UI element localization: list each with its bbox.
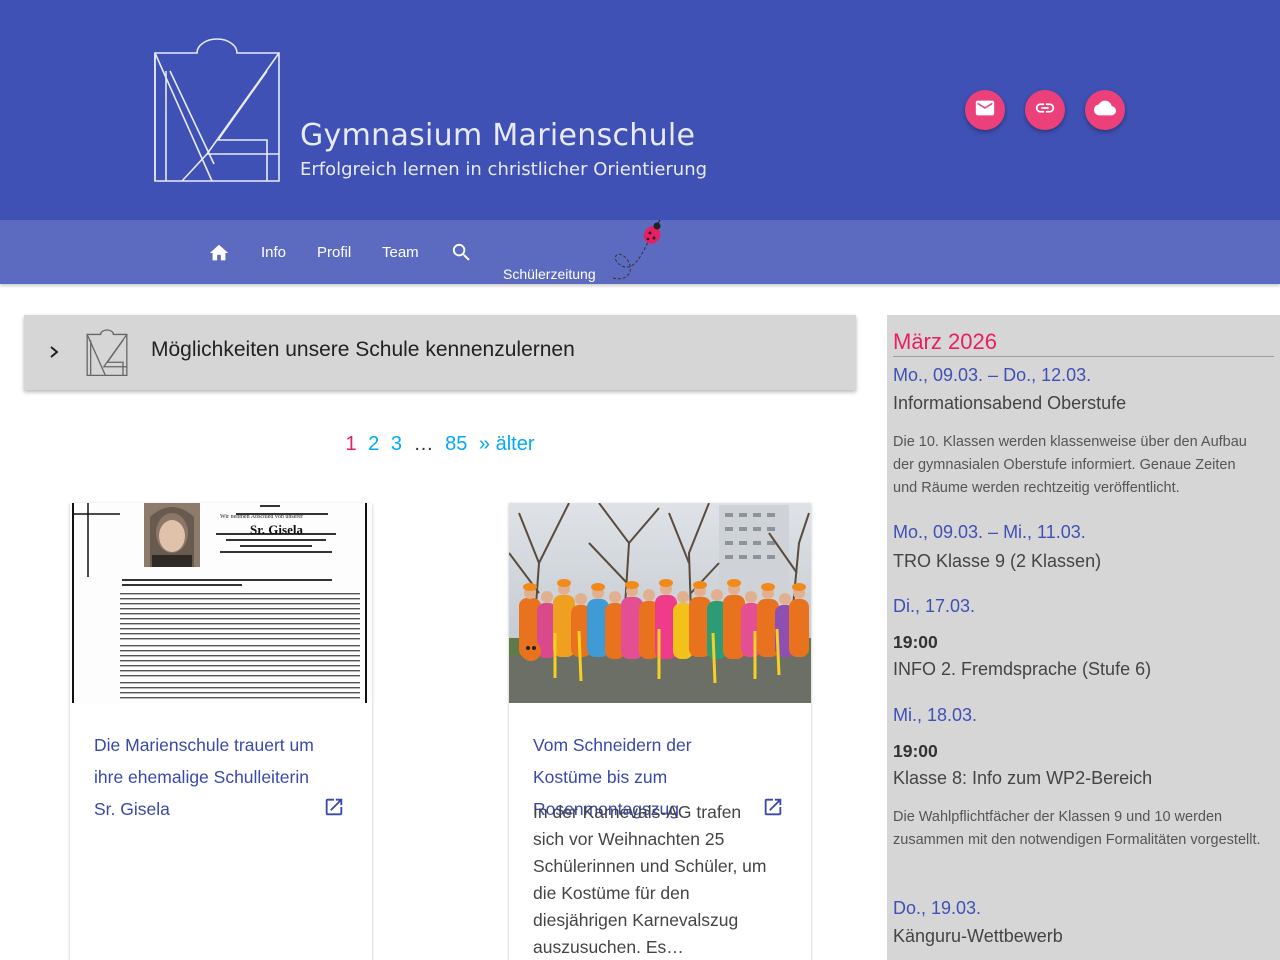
event-time: 19:00: [893, 741, 938, 761]
mail-button[interactable]: [965, 90, 1005, 130]
main-navigation: Info Profil Team Schülerzeitung: [0, 219, 1280, 284]
home-icon: [208, 244, 230, 268]
post-excerpt: In der Karnevals-AG trafen sich vor Weih…: [533, 802, 767, 957]
mail-icon: [974, 97, 996, 123]
cloud-button[interactable]: [1085, 90, 1125, 130]
event-date[interactable]: Mo., 09.03. – Mi., 11.03.: [893, 522, 1086, 543]
nav-item-info[interactable]: Info: [261, 244, 286, 261]
school-logo-small: [86, 329, 128, 377]
nav-search[interactable]: [450, 241, 473, 268]
nav-item-team[interactable]: Team: [382, 244, 419, 261]
event-date[interactable]: Mo., 09.03. – Do., 12.03.: [893, 365, 1091, 386]
post-card: Vom Schneidern der Kostüme bis zum Rosen…: [509, 503, 811, 960]
post-card: Wir nehmen Abschied von unserer Sr. Gise…: [70, 503, 372, 960]
site-header: Gymnasium Marienschule Erfolgreich lerne…: [0, 0, 1280, 220]
school-tagline: Erfolgreich lernen in christlicher Orien…: [300, 159, 708, 180]
calendar-month: März 2026: [893, 329, 1274, 357]
page-link-older[interactable]: » älter: [479, 433, 535, 455]
search-icon: [450, 243, 473, 268]
events-sidebar: März 2026 Mo., 09.03. – Do., 12.03. Info…: [887, 315, 1280, 960]
links-button[interactable]: [1025, 90, 1065, 130]
accordion-title: Möglichkeiten unsere Schule kennenzulern…: [151, 338, 575, 361]
school-name: Gymnasium Marienschule: [300, 118, 696, 153]
post-image-obituary[interactable]: Wir nehmen Abschied von unserer Sr. Gise…: [70, 503, 372, 703]
event-title[interactable]: INFO 2. Fremdsprache (Stufe 6): [893, 659, 1151, 680]
ladybug-icon: [608, 219, 668, 284]
event-title[interactable]: TRO Klasse 9 (2 Klassen): [893, 551, 1101, 572]
nav-home[interactable]: [208, 242, 230, 268]
school-logo[interactable]: [152, 36, 282, 186]
event-description: Die Wahlpflichtfächer der Klassen 9 und …: [893, 809, 1261, 848]
event-title[interactable]: Klasse 8: Info zum WP2-Bereich: [893, 768, 1152, 789]
event-date[interactable]: Mi., 18.03.: [893, 705, 977, 726]
page-current: 1: [345, 433, 357, 455]
obituary-name: Sr. Gisela: [250, 522, 303, 537]
event-time: 19:00: [893, 632, 938, 652]
event-date[interactable]: Di., 17.03.: [893, 596, 975, 617]
event-date[interactable]: Do., 19.03.: [893, 898, 981, 919]
page-ellipsis: …: [413, 433, 434, 455]
event-title[interactable]: Informationsabend Oberstufe: [893, 393, 1126, 414]
event-description: Die 10. Klassen werden klassenweise über…: [893, 434, 1247, 496]
nav-item-schuelerzeitung[interactable]: Schülerzeitung: [503, 266, 596, 282]
page-link-3[interactable]: 3: [391, 433, 402, 455]
link-icon: [1034, 97, 1056, 123]
obituary-heading: Wir nehmen Abschied von unserer: [220, 514, 303, 520]
page-link-2[interactable]: 2: [368, 433, 379, 455]
post-title-link[interactable]: Die Marienschule trauert um ihre ehemali…: [94, 729, 326, 825]
chevron-right-icon: [46, 341, 64, 363]
page-link-last[interactable]: 85: [445, 433, 467, 455]
cloud-icon: [1094, 97, 1116, 123]
post-image-carnival[interactable]: [509, 503, 811, 703]
event-title[interactable]: Känguru-Wettbewerb: [893, 926, 1063, 947]
pagination: 1 2 3 … 85 » älter: [0, 433, 880, 456]
open-in-new-icon: [323, 798, 345, 822]
nav-item-profil[interactable]: Profil: [317, 244, 351, 261]
info-accordion[interactable]: Möglichkeiten unsere Schule kennenzulern…: [24, 315, 856, 390]
post-external-link[interactable]: [323, 796, 345, 818]
